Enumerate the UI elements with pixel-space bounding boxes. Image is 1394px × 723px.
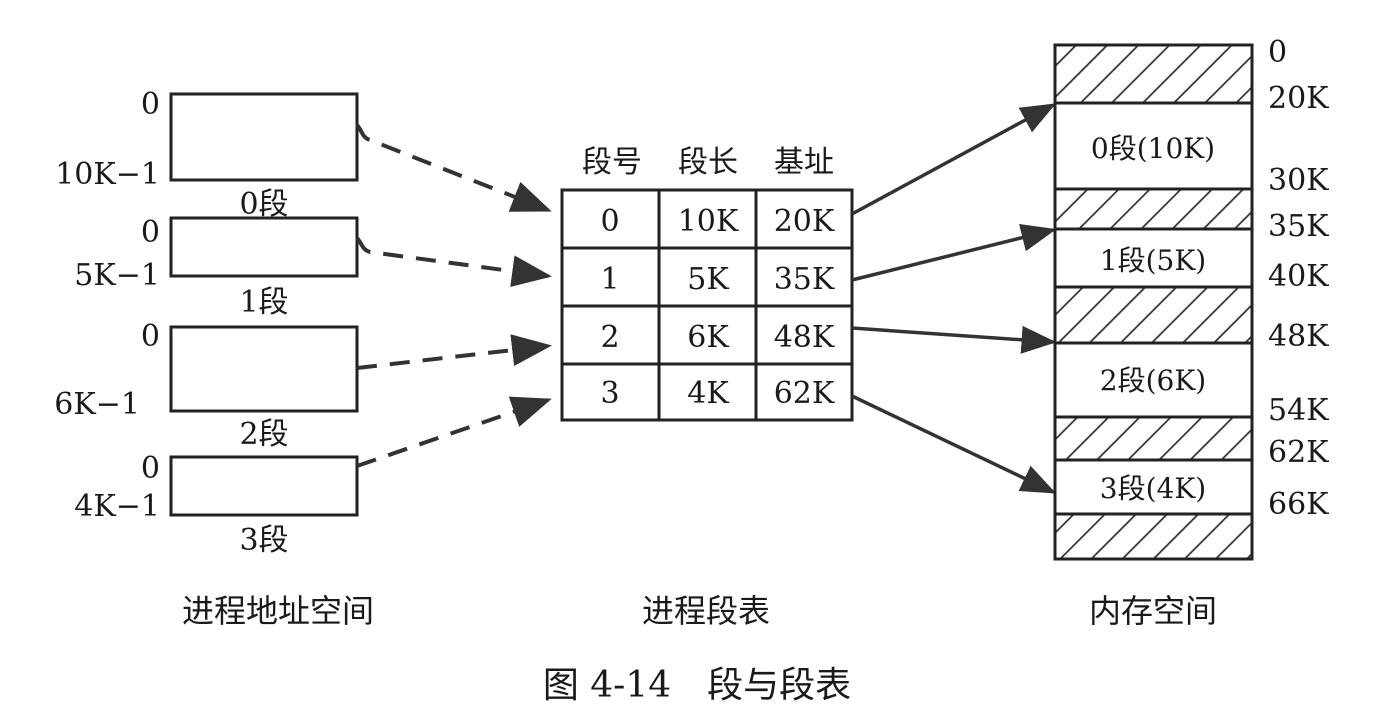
process-segment-3: 0 4K−1 3段	[74, 451, 359, 558]
segment-end-0: 10K−1	[55, 157, 160, 192]
segment-name-2: 2段	[239, 417, 288, 452]
table-cell: 10K	[678, 204, 739, 239]
memory-address: 20K	[1268, 81, 1329, 116]
segment-table-label: 进程段表	[642, 592, 770, 630]
segment-start-1: 0	[141, 215, 160, 250]
memory-used-block	[1053, 285, 1254, 345]
memory-space-label: 内存空间	[1089, 592, 1217, 630]
table-cell: 35K	[774, 262, 835, 297]
memory-address: 54K	[1268, 393, 1329, 428]
memory-segment-label-3: 3段(4K)	[1100, 472, 1206, 505]
memory-address: 30K	[1268, 163, 1329, 198]
table-header-segment-length: 段长	[678, 145, 738, 180]
process-segment-1: 0 5K−1 1段	[74, 215, 359, 320]
segment-box-2	[169, 325, 359, 413]
figure-caption: 图 4-14 段与段表	[543, 665, 851, 706]
memory-used-block	[1053, 187, 1254, 231]
solid-arrow-3	[851, 394, 1057, 494]
segment-table-diagram: 0 10K−1 0段 0 5K−1 1段 0 6K−1 2段 0 4K−1 3段…	[54, 35, 1329, 706]
dashed-arrow-1	[355, 236, 552, 288]
process-segment-0: 0 10K−1 0段	[55, 87, 359, 222]
process-segment-2: 0 6K−1 2段	[54, 319, 359, 452]
dashed-arrow-2	[356, 334, 552, 370]
memory-used-block	[1053, 512, 1254, 561]
segment-start-3: 0	[141, 451, 160, 486]
segment-to-table-arrows	[355, 123, 552, 468]
memory-segment-label-1: 1段(5K)	[1100, 244, 1206, 277]
table-cell: 6K	[687, 320, 729, 355]
table-cell: 20K	[774, 204, 835, 239]
memory-address: 0	[1268, 35, 1287, 70]
memory-address: 62K	[1268, 435, 1329, 470]
solid-arrow-0	[851, 103, 1057, 216]
process-space-label: 进程地址空间	[182, 592, 374, 630]
table-to-memory-arrows	[851, 103, 1057, 494]
segment-end-3: 4K−1	[74, 489, 160, 524]
segment-start-0: 0	[141, 87, 160, 122]
memory-address-labels: 0 20K 30K 35K 40K 48K 54K 62K 66K	[1268, 35, 1329, 522]
segment-box-3	[169, 455, 359, 517]
segment-table: 段号 段长 基址 0 10K 20K 1 5K 35K 2 6K 48K 3 4…	[560, 145, 854, 630]
table-cell: 0	[600, 204, 619, 239]
memory-space: 0段(10K) 1段(5K) 2段(6K) 3段(4K) 0 20K 30K 3…	[1053, 35, 1329, 630]
process-address-space: 0 10K−1 0段 0 5K−1 1段 0 6K−1 2段 0 4K−1 3段…	[54, 87, 374, 630]
memory-address: 66K	[1268, 487, 1329, 522]
memory-segment-label-0: 0段(10K)	[1091, 132, 1215, 165]
memory-address: 40K	[1268, 259, 1329, 294]
memory-segment-label-2: 2段(6K)	[1100, 364, 1206, 397]
segment-end-2: 6K−1	[54, 387, 140, 422]
table-cell: 5K	[687, 262, 729, 297]
table-cell: 2	[600, 320, 619, 355]
memory-address: 48K	[1268, 319, 1329, 354]
table-cell: 62K	[774, 376, 835, 411]
solid-arrow-1	[851, 224, 1057, 282]
segment-start-2: 0	[141, 319, 160, 354]
segment-name-1: 1段	[239, 285, 288, 320]
table-cell: 1	[600, 262, 619, 297]
segment-box-0	[169, 92, 359, 182]
table-header-segment-no: 段号	[582, 145, 642, 180]
table-cell: 48K	[774, 320, 835, 355]
table-cell: 4K	[687, 376, 729, 411]
memory-address: 35K	[1268, 209, 1329, 244]
memory-used-block	[1053, 43, 1254, 105]
memory-used-block	[1053, 415, 1254, 462]
solid-arrow-2	[851, 325, 1057, 354]
segment-box-1	[169, 216, 359, 278]
dashed-arrow-0	[355, 123, 552, 212]
segment-end-1: 5K−1	[74, 258, 160, 293]
dashed-arrow-3	[356, 396, 552, 468]
table-header-base-address: 基址	[774, 145, 834, 180]
segment-name-3: 3段	[239, 523, 288, 558]
table-cell: 3	[600, 376, 619, 411]
